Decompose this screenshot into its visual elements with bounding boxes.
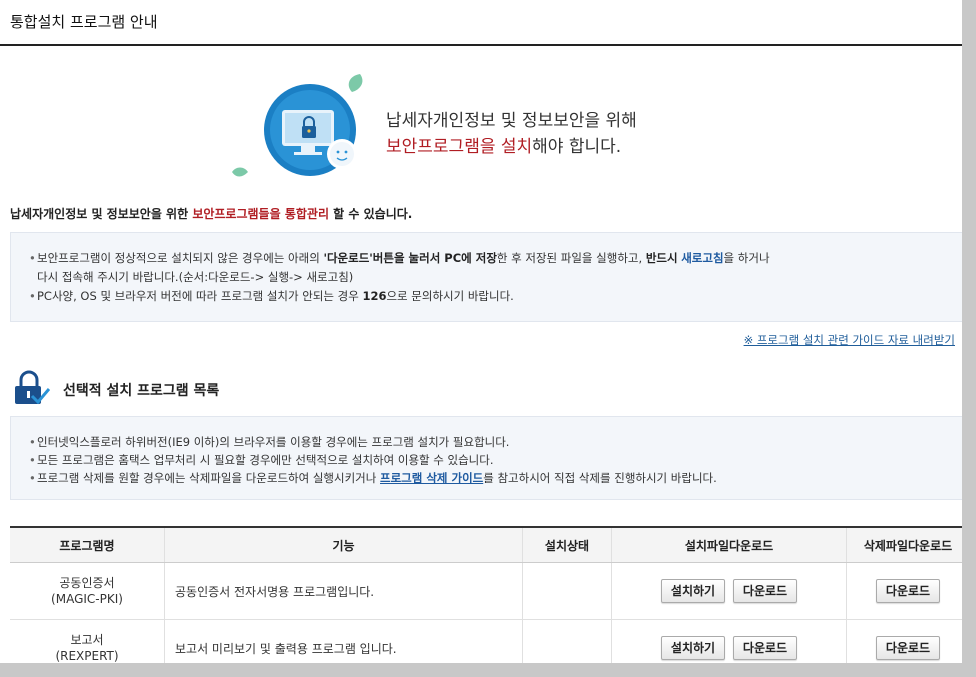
table-header-row: 프로그램명 기능 설치상태 설치파일다운로드 삭제파일다운로드 [10, 527, 962, 563]
col-install-download: 설치파일다운로드 [611, 527, 847, 563]
lock-check-icon [15, 370, 50, 405]
hero-line2: 보안프로그램을 설치해야 합니다. [386, 137, 622, 157]
uninstall-file-download-button[interactable]: 다운로드 [875, 636, 941, 660]
install-file-download-button[interactable]: 다운로드 [732, 579, 798, 603]
program-name-cell: 공동인증서 (MAGIC-PKI) [10, 562, 165, 620]
program-function-cell: 공동인증서 전자서명용 프로그램입니다. [164, 562, 523, 620]
hero-message: 납세자개인정보 및 정보보안을 위해 보안프로그램을 설치해야 합니다. [386, 108, 637, 160]
uninstall-download-cell: 다운로드 [846, 562, 962, 620]
page-title: 통합설치 프로그램 안내 [0, 0, 962, 46]
col-install-status: 설치상태 [522, 527, 612, 563]
notice-item: 보안프로그램이 정상적으로 설치되지 않은 경우에는 아래의 '다운로드'버튼을… [29, 249, 962, 268]
intro-text: 납세자개인정보 및 정보보안을 위한 보안프로그램들을 통합관리 할 수 있습니… [10, 207, 413, 221]
notice-box: 보안프로그램이 정상적으로 설치되지 않은 경우에는 아래의 '다운로드'버튼을… [10, 232, 962, 322]
install-download-cell: 설치하기 다운로드 [611, 619, 847, 663]
selective-install-notice: 인터넷익스플로러 하위버전(IE9 이하)의 브라우저를 이용할 경우에는 프로… [10, 416, 962, 500]
notice-item: 프로그램 삭제를 원할 경우에는 삭제파일을 다운로드하여 실행시키거나 프로그… [29, 469, 962, 487]
notice-item: 모든 프로그램은 홈택스 업무처리 시 필요할 경우에만 선택적으로 설치하여 … [29, 451, 962, 469]
uninstall-file-download-button[interactable]: 다운로드 [875, 579, 941, 603]
notice-item: 인터넷익스플로러 하위버전(IE9 이하)의 브라우저를 이용할 경우에는 프로… [29, 433, 962, 451]
col-function: 기능 [164, 527, 523, 563]
install-status-cell [522, 562, 612, 620]
notice-item-continued: 다시 접속해 주시기 바랍니다.(순서:다운로드-> 실행-> 새로고침) [37, 270, 354, 284]
col-uninstall-download: 삭제파일다운로드 [846, 527, 962, 563]
install-status-cell [522, 619, 612, 663]
hero-banner: 납세자개인정보 및 정보보안을 위해 보안프로그램을 설치해야 합니다. [0, 46, 962, 196]
install-file-download-button[interactable]: 다운로드 [732, 636, 798, 660]
table-row: 보고서 (REXPERT) 보고서 미리보기 및 출력용 프로그램 입니다. 설치… [10, 619, 962, 663]
install-download-cell: 설치하기 다운로드 [611, 562, 847, 620]
content-frame: 통합설치 프로그램 안내 납세자개인정보 및 정보보안을 위해 보안프로그램을 … [0, 0, 962, 663]
hero-line1: 납세자개인정보 및 정보보안을 위해 [386, 111, 637, 131]
col-program-name: 프로그램명 [10, 527, 165, 563]
section-title-text: 선택적 설치 프로그램 목록 [63, 383, 220, 399]
install-button[interactable]: 설치하기 [660, 579, 726, 603]
program-name-cell: 보고서 (REXPERT) [10, 619, 165, 663]
table-row: 공동인증서 (MAGIC-PKI) 공동인증서 전자서명용 프로그램입니다. 설치… [10, 562, 962, 620]
program-function-cell: 보고서 미리보기 및 출력용 프로그램 입니다. [164, 619, 523, 663]
uninstall-guide-link[interactable]: 프로그램 삭제 가이드 [380, 471, 483, 485]
uninstall-download-cell: 다운로드 [846, 619, 962, 663]
notice-item: PC사양, OS 및 브라우저 버전에 따라 프로그램 설치가 안되는 경우 1… [29, 287, 962, 306]
install-button[interactable]: 설치하기 [660, 636, 726, 660]
program-table: 프로그램명 기능 설치상태 설치파일다운로드 삭제파일다운로드 공동인증서 (MA… [10, 526, 962, 663]
install-guide-download-link[interactable]: ※ 프로그램 설치 관련 가이드 자료 내려받기 [744, 332, 955, 348]
security-monitor-illustration [232, 74, 363, 177]
